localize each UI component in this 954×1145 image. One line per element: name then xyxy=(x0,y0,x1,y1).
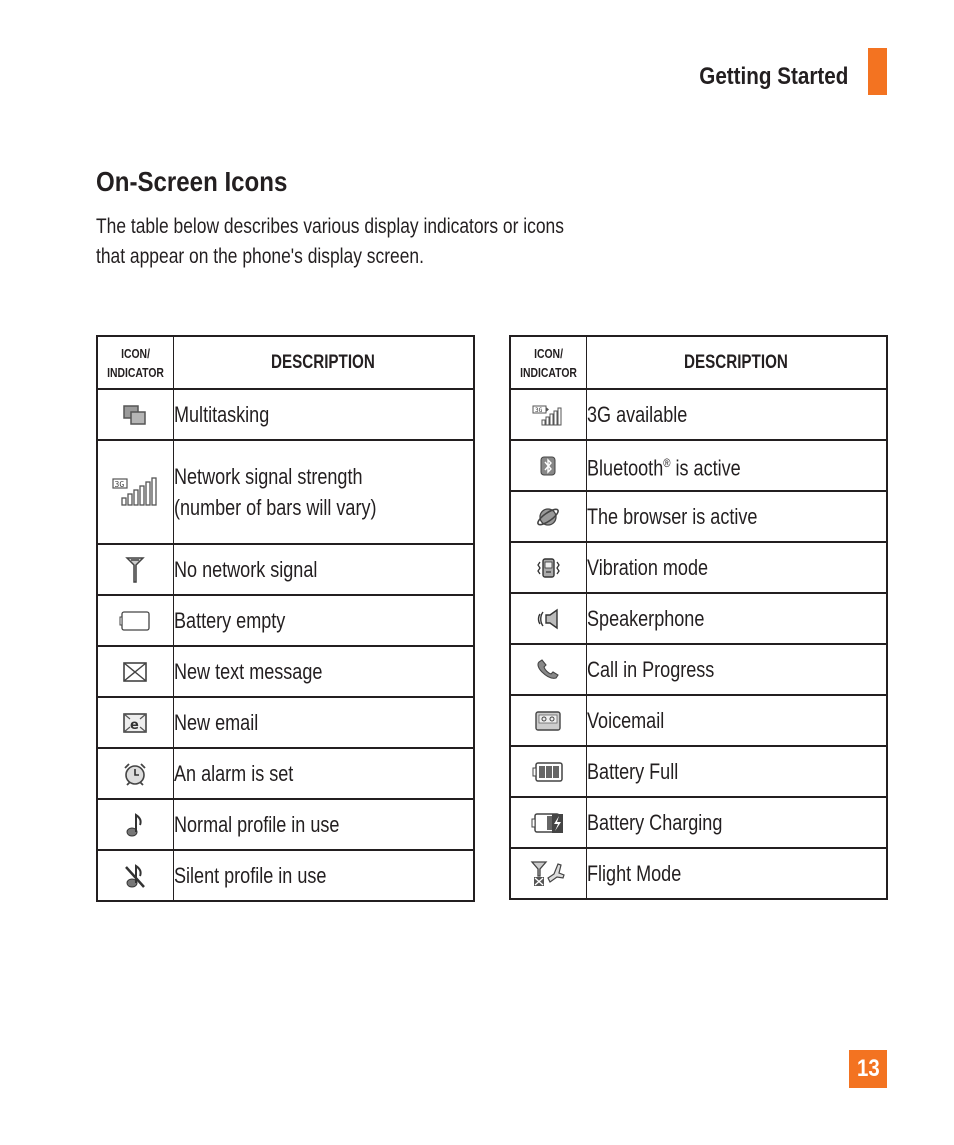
multitasking-icon xyxy=(122,404,148,426)
table-row: 3G Network signal strength (number of bar… xyxy=(96,439,475,545)
battery-full-icon xyxy=(532,761,564,783)
vibration-mode-icon xyxy=(535,557,561,579)
section-title: Getting Started xyxy=(698,63,848,90)
row-description: Multitasking xyxy=(173,402,269,427)
row-description: Battery empty xyxy=(173,608,285,633)
flight-mode-icon xyxy=(530,860,566,888)
table-row: Voicemail xyxy=(509,694,888,747)
bluetooth-icon xyxy=(540,456,556,476)
table-row: Call in Progress xyxy=(509,643,888,696)
network-signal-strength-icon: 3G xyxy=(112,477,158,507)
table-row: Battery Charging xyxy=(509,796,888,849)
column-header-description: DESCRIPTION xyxy=(585,335,888,390)
row-description: Battery Full xyxy=(586,759,678,784)
row-description: The browser is active xyxy=(586,504,757,529)
svg-text:3G: 3G xyxy=(535,407,543,414)
row-description-line2: (number of bars will vary) xyxy=(173,495,377,520)
voicemail-icon xyxy=(534,710,562,732)
silent-profile-icon xyxy=(123,863,147,889)
row-description: Bluetooth® is active xyxy=(586,455,741,481)
speakerphone-icon xyxy=(535,608,561,630)
row-description-line1: Network signal strength xyxy=(173,464,363,489)
table-row: An alarm is set xyxy=(96,747,475,800)
row-description: Flight Mode xyxy=(586,861,681,886)
icon-table-left: ICON/INDICATOR DESCRIPTION Multitasking … xyxy=(96,335,475,902)
icon-table-right: ICON/INDICATOR DESCRIPTION 3G 3G availab… xyxy=(509,335,888,900)
table-row: Speakerphone xyxy=(509,592,888,645)
row-description: Normal profile in use xyxy=(173,812,339,837)
table-row: Silent profile in use xyxy=(96,849,475,902)
table-row: Flight Mode xyxy=(509,847,888,900)
intro-line: The table below describes various displa… xyxy=(96,215,564,238)
new-email-icon: e xyxy=(122,712,148,734)
row-description: Call in Progress xyxy=(586,657,714,682)
row-description: Battery Charging xyxy=(586,810,722,835)
intro-line: that appear on the phone's display scree… xyxy=(96,245,424,268)
svg-text:3G: 3G xyxy=(115,480,125,489)
battery-empty-icon xyxy=(119,610,151,632)
row-description: Speakerphone xyxy=(586,606,704,631)
row-description: 3G available xyxy=(586,402,687,427)
table-row: Battery empty xyxy=(96,594,475,647)
table-row: 3G 3G available xyxy=(509,388,888,441)
table-row: No network signal xyxy=(96,543,475,596)
row-description: Vibration mode xyxy=(586,555,708,580)
table-row: The browser is active xyxy=(509,490,888,543)
table-header-row: ICON/INDICATOR DESCRIPTION xyxy=(509,335,888,390)
table-row: New text message xyxy=(96,645,475,698)
intro-paragraph: The table below describes various displa… xyxy=(96,212,627,272)
table-row: Multitasking xyxy=(96,388,475,441)
table-row: e New email xyxy=(96,696,475,749)
row-description: No network signal xyxy=(173,557,317,582)
new-text-message-icon xyxy=(122,661,148,683)
browser-icon xyxy=(535,505,561,529)
page-title: On-Screen Icons xyxy=(96,166,288,197)
alarm-icon xyxy=(122,762,148,786)
column-header-icon: ICON/INDICATOR xyxy=(509,335,587,390)
svg-text:e: e xyxy=(130,718,139,733)
section-tab-marker xyxy=(868,48,887,95)
normal-profile-icon xyxy=(125,812,145,838)
row-description: An alarm is set xyxy=(173,761,293,786)
table-row: Normal profile in use xyxy=(96,798,475,851)
call-in-progress-icon xyxy=(535,658,561,681)
column-header-description: DESCRIPTION xyxy=(172,335,475,390)
table-row: Bluetooth® is active xyxy=(509,439,888,492)
table-header-row: ICON/INDICATOR DESCRIPTION xyxy=(96,335,475,390)
row-description: Voicemail xyxy=(586,708,664,733)
page-number: 13 xyxy=(849,1050,887,1088)
row-description: New text message xyxy=(173,659,322,684)
3g-available-icon: 3G xyxy=(532,404,564,426)
table-row: Battery Full xyxy=(509,745,888,798)
battery-charging-icon xyxy=(531,811,565,835)
no-network-signal-icon xyxy=(125,556,146,584)
row-description: New email xyxy=(173,710,258,735)
row-description: Silent profile in use xyxy=(173,863,326,888)
column-header-icon: ICON/INDICATOR xyxy=(96,335,174,390)
table-row: Vibration mode xyxy=(509,541,888,594)
section-header: Getting Started xyxy=(0,0,954,110)
